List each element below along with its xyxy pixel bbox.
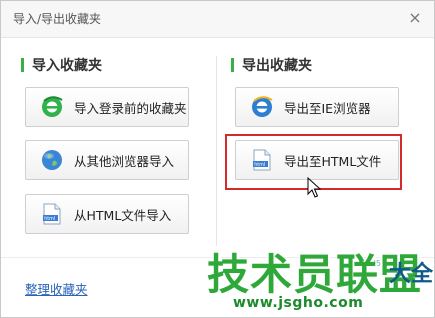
button-label: 导入登录前的收藏夹 (74, 100, 187, 116)
globe-icon (42, 150, 62, 170)
watermark-side-text: 大全 (389, 262, 434, 287)
section-divider (216, 56, 217, 246)
manage-favorites-link[interactable]: 整理收藏夹 (25, 279, 88, 298)
heading-accent-bar (21, 58, 24, 72)
heading-accent-bar (231, 58, 234, 72)
export-section-heading: 导出收藏夹 (231, 56, 312, 74)
import-section-heading: 导入收藏夹 (21, 56, 102, 74)
dialog-title: 导入/导出收藏夹 (13, 12, 102, 26)
title-bar: 导入/导出收藏夹 × (1, 1, 434, 38)
ie-blue-icon (252, 96, 273, 117)
ie-green-icon (42, 96, 63, 117)
svg-text:html: html (44, 216, 55, 222)
export-to-ie-button[interactable]: 导出至IE浏览器 (235, 87, 399, 127)
button-label: 从其他浏览器导入 (74, 153, 175, 169)
favorites-dialog: 导入/导出收藏夹 × 导入收藏夹 导出收藏夹 导入登录前的收藏夹 从其他浏览器导… (0, 0, 435, 318)
export-heading-text: 导出收藏夹 (242, 58, 312, 74)
html-file-icon: html (43, 203, 61, 225)
close-icon[interactable]: × (406, 9, 424, 27)
import-from-pre-login-button[interactable]: 导入登录前的收藏夹 (25, 87, 189, 127)
import-from-other-browser-button[interactable]: 从其他浏览器导入 (25, 140, 189, 180)
import-heading-text: 导入收藏夹 (32, 58, 102, 74)
mouse-cursor-icon (307, 177, 321, 198)
button-label: 从HTML文件导入 (74, 207, 172, 223)
watermark-url: www.jsgho.com (233, 295, 364, 311)
import-from-html-button[interactable]: html 从HTML文件导入 (25, 194, 189, 234)
button-label: 导出至IE浏览器 (284, 100, 371, 116)
